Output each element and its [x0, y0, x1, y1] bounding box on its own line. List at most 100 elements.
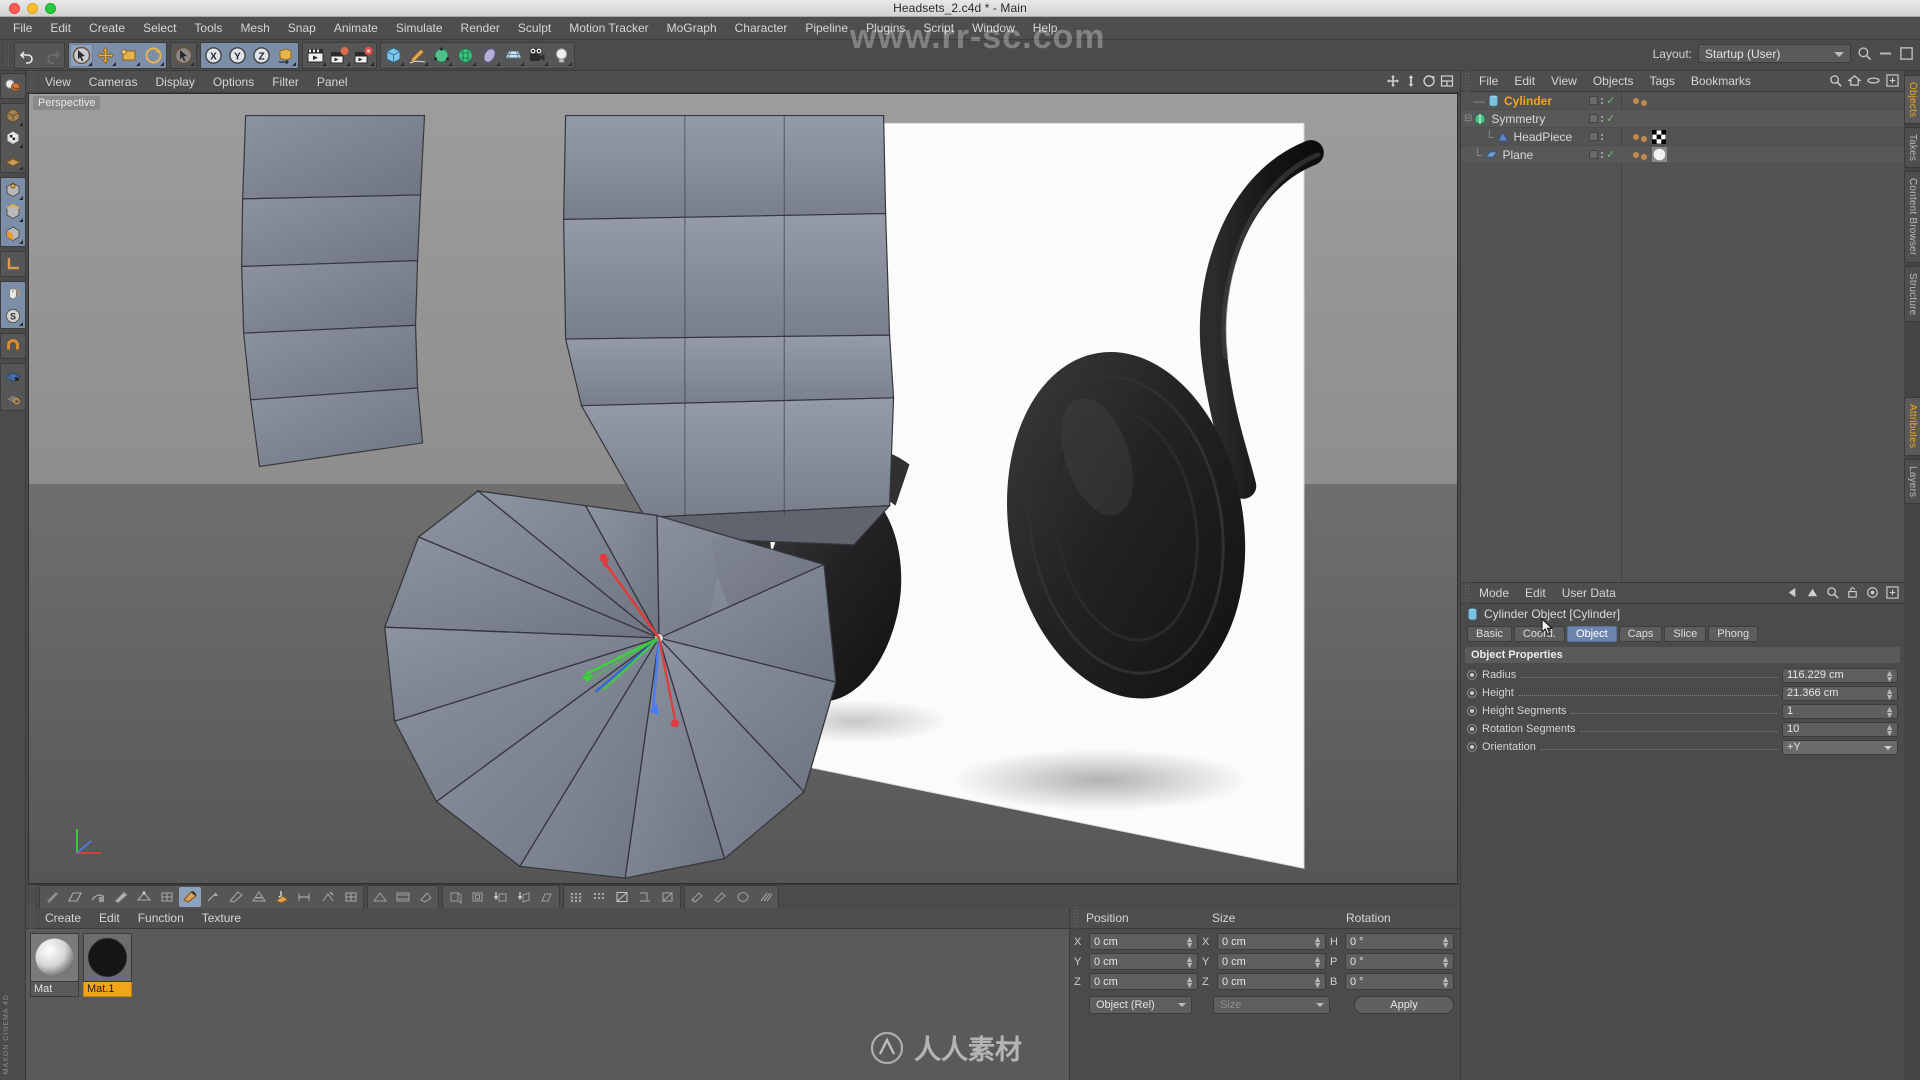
rotation-segments-radio[interactable]: [1467, 724, 1477, 734]
visibility-toggle[interactable]: [1589, 132, 1598, 141]
expand-icon[interactable]: [1886, 74, 1899, 87]
minimize-panel-icon[interactable]: [1878, 46, 1893, 61]
create-point-icon[interactable]: [133, 887, 155, 907]
enable-check-icon[interactable]: ✓: [1606, 95, 1615, 106]
viewport-menubar[interactable]: View Cameras Display Options Filter Pane…: [26, 69, 1460, 94]
make-editable-icon[interactable]: [2, 105, 24, 127]
menu-script[interactable]: Script: [914, 19, 963, 37]
menu-character[interactable]: Character: [726, 19, 797, 37]
undo-icon[interactable]: [16, 44, 39, 67]
undo-redo-icon[interactable]: [2, 75, 24, 97]
axis-x-icon[interactable]: X: [202, 44, 225, 67]
extrude-icon[interactable]: [444, 887, 466, 907]
attribute-menu-user-data[interactable]: User Data: [1554, 584, 1624, 602]
stepper-icon[interactable]: ▲ ▼: [1441, 975, 1450, 990]
tag-dot[interactable]: [1633, 133, 1639, 140]
menu-mesh[interactable]: Mesh: [231, 19, 278, 37]
tab-slice[interactable]: Slice: [1664, 626, 1707, 642]
matrix-extrude-icon[interactable]: [490, 887, 512, 907]
stepper-icon[interactable]: ▲ ▼: [1185, 955, 1194, 970]
size-z-input[interactable]: 0 cm ▲ ▼: [1217, 973, 1326, 990]
radius-radio[interactable]: [1467, 670, 1477, 680]
visibility-dots[interactable]: [1601, 151, 1603, 158]
tab-phong[interactable]: Phong: [1708, 626, 1759, 642]
rotate-tool-icon[interactable]: [142, 44, 165, 67]
stepper-icon[interactable]: ▲ ▼: [1313, 975, 1322, 990]
search-icon[interactable]: [1826, 586, 1839, 599]
material-menu-create[interactable]: Create: [36, 909, 90, 927]
search-icon[interactable]: [1857, 46, 1872, 61]
hatch-icon[interactable]: [755, 887, 777, 907]
texture-axis-icon[interactable]: [2, 127, 24, 149]
attribute-menu-mode[interactable]: Mode: [1471, 584, 1517, 602]
stepper-icon[interactable]: ▲ ▼: [1885, 686, 1894, 701]
set-point-value-icon[interactable]: [225, 887, 247, 907]
attribute-manager-menubar[interactable]: Mode Edit User Data: [1461, 581, 1904, 605]
stepper-icon[interactable]: ▲ ▼: [1441, 935, 1450, 950]
attribute-manager-grip[interactable]: [1464, 581, 1471, 605]
size-x-input[interactable]: 0 cm ▲ ▼: [1217, 933, 1326, 950]
point-mode-icon[interactable]: [2, 179, 24, 201]
tab-basic[interactable]: Basic: [1467, 626, 1512, 642]
stepper-icon[interactable]: ▲ ▼: [1885, 722, 1894, 737]
align-normals-icon[interactable]: L: [686, 887, 708, 907]
expand-icon[interactable]: [1886, 586, 1899, 599]
object-controls[interactable]: ✓: [1589, 149, 1615, 160]
object-manager-grip[interactable]: [1464, 69, 1471, 93]
disconnect-icon[interactable]: [611, 887, 633, 907]
material-menubar[interactable]: Create Edit Function Texture: [26, 906, 1069, 930]
object-menu-objects[interactable]: Objects: [1585, 72, 1642, 90]
menu-select[interactable]: Select: [134, 19, 185, 37]
orientation-radio[interactable]: [1467, 742, 1477, 752]
edge-tab-attributes[interactable]: Attributes: [1904, 397, 1920, 456]
edge-tab-content-browser[interactable]: Content Browser: [1904, 171, 1920, 263]
tag-dot[interactable]: [1641, 136, 1647, 142]
edge-mode-icon[interactable]: [2, 201, 24, 223]
cube-primitive-icon[interactable]: [382, 44, 405, 67]
edge-tab-takes[interactable]: Takes: [1904, 127, 1920, 169]
main-menubar[interactable]: File Edit Create Select Tools Mesh Snap …: [0, 17, 1920, 40]
close-polygon-hole-icon[interactable]: [110, 887, 132, 907]
viewport-menubar-grip[interactable]: [29, 69, 36, 94]
tag-dot[interactable]: [1641, 154, 1647, 160]
clone-icon[interactable]: [588, 887, 610, 907]
viewport-scene[interactable]: [29, 94, 1457, 883]
menu-sculpt[interactable]: Sculpt: [509, 19, 560, 37]
reverse-normals-2-icon[interactable]: [709, 887, 731, 907]
nurbs-icon[interactable]: [430, 44, 453, 67]
object-tags[interactable]: [1633, 129, 1666, 144]
visibility-toggle[interactable]: [1589, 114, 1598, 123]
up-arrow-icon[interactable]: [1806, 586, 1819, 599]
stepper-icon[interactable]: ▲ ▼: [1885, 668, 1894, 683]
rotation-b-input[interactable]: 0 ° ▲ ▼: [1345, 973, 1454, 990]
menu-simulate[interactable]: Simulate: [387, 19, 452, 37]
toolbar-grip[interactable]: [4, 43, 11, 67]
triangulate-icon[interactable]: [657, 887, 679, 907]
viewport-menu-options[interactable]: Options: [204, 73, 263, 91]
object-row-plane[interactable]: └ Plane ✓: [1461, 146, 1904, 164]
material-list[interactable]: Mat Mat.1: [26, 929, 1069, 1080]
maximize-icon[interactable]: [1440, 74, 1454, 88]
extrude-inner-icon[interactable]: [467, 887, 489, 907]
untriangulate-icon[interactable]: [369, 887, 391, 907]
material-menu-texture[interactable]: Texture: [193, 909, 250, 927]
orbit-icon[interactable]: [1422, 74, 1436, 88]
object-menu-file[interactable]: File: [1471, 72, 1506, 90]
smooth-shift-icon[interactable]: [271, 887, 293, 907]
object-menu-tags[interactable]: Tags: [1642, 72, 1683, 90]
attribute-menu-edit[interactable]: Edit: [1517, 584, 1554, 602]
tab-caps[interactable]: Caps: [1618, 626, 1663, 642]
optimize-2-icon[interactable]: [732, 887, 754, 907]
pan-icon[interactable]: [1386, 74, 1400, 88]
slide-icon[interactable]: [248, 887, 270, 907]
mirror-icon[interactable]: [202, 887, 224, 907]
visibility-dots[interactable]: [1601, 133, 1603, 140]
optimize-icon[interactable]: [392, 887, 414, 907]
workplane-rotate-icon[interactable]: [2, 387, 24, 409]
select-tool-icon[interactable]: [70, 43, 93, 67]
object-tags[interactable]: [1633, 147, 1667, 162]
normal-move-icon[interactable]: [513, 887, 535, 907]
menu-plugins[interactable]: Plugins: [857, 19, 914, 37]
height-segments-input[interactable]: 1 ▲ ▼: [1782, 703, 1898, 719]
stepper-icon[interactable]: ▲ ▼: [1441, 955, 1450, 970]
